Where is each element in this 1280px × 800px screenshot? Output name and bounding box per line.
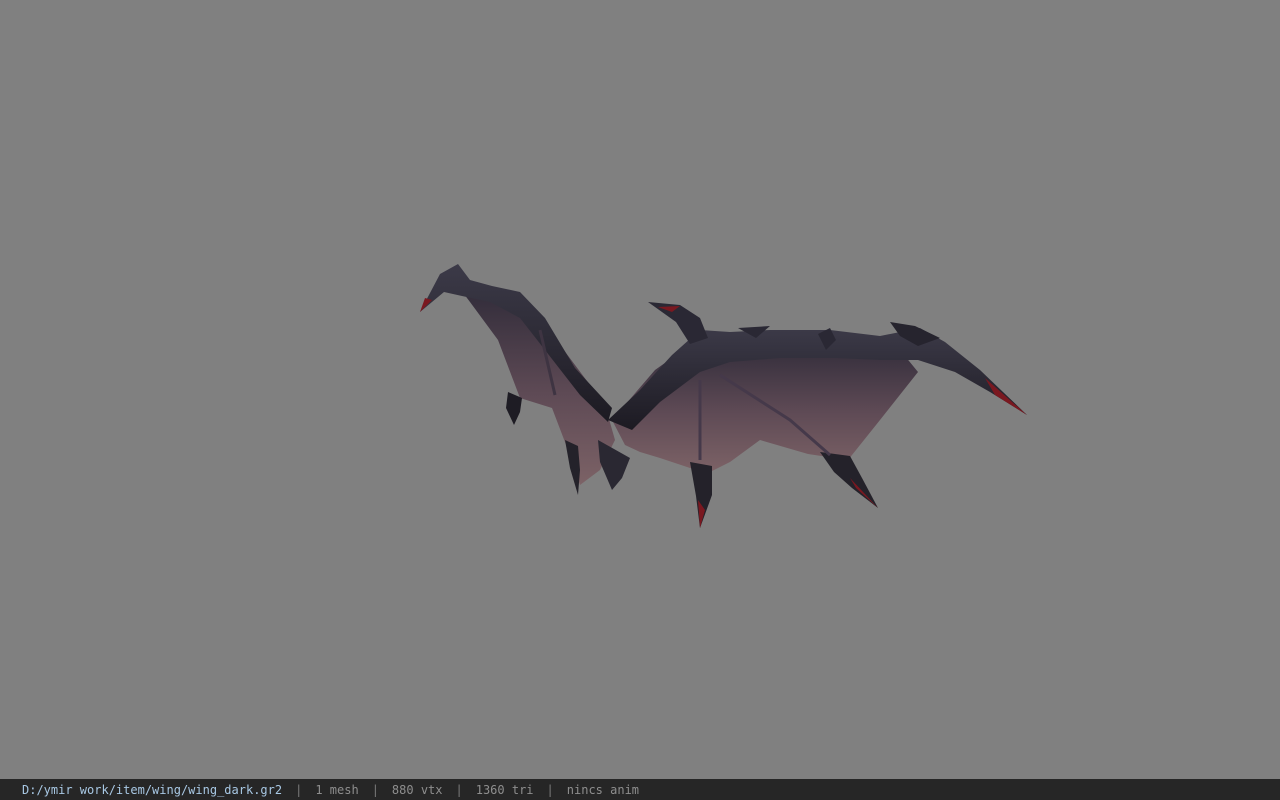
status-separator: | [546, 782, 554, 797]
status-separator: | [371, 782, 379, 797]
vertex-count: 880 vtx [391, 782, 443, 797]
animation-status: nincs anim [566, 782, 640, 797]
status-separator: | [455, 782, 463, 797]
file-path: D:/ymir work/item/wing/wing_dark.gr2 [22, 782, 283, 797]
triangle-count: 1360 tri [475, 782, 534, 797]
wing-model-icon [420, 264, 1027, 528]
mesh-count: 1 mesh [315, 782, 359, 797]
status-bar: D:/ymir work/item/wing/wing_dark.gr2 | 1… [0, 779, 1280, 800]
status-separator: | [295, 782, 303, 797]
3d-viewport[interactable] [0, 0, 1280, 780]
